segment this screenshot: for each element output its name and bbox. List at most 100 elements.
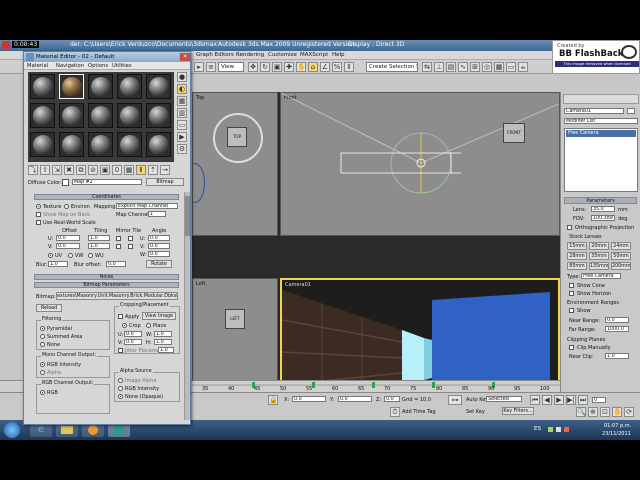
v-offset-field[interactable]: 0.0 — [56, 243, 80, 249]
material-editor-window[interactable]: Material Editor - 02 - Default × Materia… — [23, 51, 191, 425]
show-map-on-back-checkbox[interactable] — [36, 212, 41, 217]
rollout-noise[interactable]: Noise — [34, 274, 179, 280]
reference-coord-select[interactable]: View — [218, 62, 244, 72]
material-id-icon[interactable]: 0 — [112, 165, 122, 175]
environ-radio[interactable] — [64, 204, 69, 209]
show-map-icon[interactable]: ▦ — [124, 165, 134, 175]
lens-28mm-button[interactable]: 28mm — [567, 252, 587, 260]
lens-20mm-button[interactable]: 20mm — [589, 242, 609, 250]
map-channel-field[interactable]: 1 — [148, 211, 166, 217]
scrollbar-thumb[interactable] — [185, 196, 190, 236]
orbit-icon[interactable]: ⟳ — [624, 407, 634, 417]
sample-slot-12[interactable] — [59, 132, 84, 157]
explorer-icon[interactable] — [56, 423, 78, 437]
pan-icon[interactable]: ✋ — [612, 407, 622, 417]
uv-tiling-icon[interactable]: ▥ — [177, 108, 187, 118]
auto-key-button[interactable]: Auto Key — [466, 397, 488, 403]
sample-slot-4[interactable] — [117, 74, 142, 99]
wu-radio[interactable] — [88, 253, 93, 258]
ortho-checkbox[interactable] — [567, 225, 572, 230]
menu-graph-editors[interactable]: Graph Editors — [196, 52, 234, 58]
go-to-end-icon[interactable]: ⏭ — [578, 395, 588, 405]
y-field[interactable]: 0.0 — [338, 396, 372, 402]
image-alpha-radio[interactable] — [118, 378, 123, 383]
network-icon[interactable] — [548, 427, 553, 432]
menu-navigation[interactable]: Navigation — [56, 63, 84, 69]
go-to-start-icon[interactable]: ⏮ — [530, 395, 540, 405]
show-horizon-checkbox[interactable] — [569, 291, 574, 296]
add-time-tag[interactable]: Add Time Tag — [402, 409, 436, 415]
lens-15mm-button[interactable]: 15mm — [567, 242, 587, 250]
assign-material-icon[interactable]: ⇲ — [52, 165, 62, 175]
menu-options[interactable]: Options — [88, 63, 108, 69]
u-tile-checkbox[interactable] — [128, 236, 133, 241]
blur-field[interactable]: 1.0 — [48, 261, 68, 267]
start-button-icon[interactable] — [4, 422, 20, 438]
make-unique-icon[interactable]: ⊘ — [88, 165, 98, 175]
sample-slot-14[interactable] — [117, 132, 142, 157]
next-frame-icon[interactable]: ▶| — [566, 395, 576, 405]
show-ranges-checkbox[interactable] — [569, 308, 574, 313]
sample-slot-7[interactable] — [59, 103, 84, 128]
lens-35mm-button[interactable]: 35mm — [589, 252, 609, 260]
menu-help[interactable]: Help — [332, 52, 345, 58]
close-icon[interactable]: × — [180, 53, 190, 61]
v-mirror-checkbox[interactable] — [116, 244, 121, 249]
sample-slot-8[interactable] — [88, 103, 113, 128]
options-icon[interactable]: ⚙ — [177, 144, 187, 154]
render-setup-icon[interactable]: ▦ — [494, 62, 504, 72]
summed-area-radio[interactable] — [40, 334, 45, 339]
sample-slot-15[interactable] — [146, 132, 171, 157]
sample-slot-11[interactable] — [30, 132, 55, 157]
select-icon[interactable]: ▸ — [194, 62, 204, 72]
sample-slot-6[interactable] — [30, 103, 55, 128]
menu-customize[interactable]: Customize — [268, 52, 297, 58]
fov-field[interactable]: 100.389 — [591, 215, 615, 221]
x-field[interactable]: 0.0 — [292, 396, 326, 402]
crop-h-field[interactable]: 1.0 — [154, 339, 172, 345]
zoom-icon[interactable]: 🔍 — [576, 407, 586, 417]
menu-rendering[interactable]: Rendering — [236, 52, 264, 58]
pyramidal-radio[interactable] — [40, 326, 45, 331]
zoom-all-icon[interactable]: ⊕ — [588, 407, 598, 417]
get-material-icon[interactable]: ⤵ — [28, 165, 38, 175]
video-check-icon[interactable]: ▭ — [177, 120, 187, 130]
viewport-top-label[interactable]: Top — [196, 95, 204, 101]
background-icon[interactable]: ▦ — [177, 96, 187, 106]
sample-slot-3[interactable] — [88, 74, 113, 99]
prev-frame-icon[interactable]: ◀ — [542, 395, 552, 405]
rotate-button[interactable]: Rotate — [146, 260, 172, 268]
real-world-scale-checkbox[interactable] — [36, 220, 41, 225]
sample-slot-13[interactable] — [88, 132, 113, 157]
rendered-frame-icon[interactable]: ▭ — [506, 62, 516, 72]
backlight-icon[interactable]: ◐ — [177, 84, 187, 94]
alpha-rgb-intensity-radio[interactable] — [118, 386, 123, 391]
ie-icon[interactable]: e — [30, 423, 52, 437]
named-selection-set[interactable]: Create Selection Set — [366, 62, 418, 72]
lens-135mm-button[interactable]: 135mm — [589, 262, 609, 270]
sample-type-icon[interactable]: ● — [177, 72, 187, 82]
menu-utilities[interactable]: Utilities — [112, 63, 132, 69]
near-range-field[interactable]: 0.0 — [605, 317, 629, 323]
go-to-parent-icon[interactable]: ⇡ — [148, 165, 158, 175]
u-angle-field[interactable]: 0.0 — [148, 235, 170, 241]
object-name-field[interactable]: Camera01 — [564, 108, 624, 114]
volume-icon[interactable] — [556, 427, 561, 432]
material-editor-icon[interactable]: ◎ — [482, 62, 492, 72]
camera-type-select[interactable]: Free Camera — [581, 273, 621, 279]
menu-material[interactable]: Material — [27, 63, 48, 69]
show-cone-checkbox[interactable] — [569, 283, 574, 288]
language-indicator[interactable]: ES — [534, 426, 541, 432]
clock-time[interactable]: 01:07 p.m. — [604, 423, 631, 429]
sample-slot-5[interactable] — [146, 74, 171, 99]
zoom-extents-icon[interactable]: ⊡ — [600, 407, 610, 417]
copy-material-icon[interactable]: ⧉ — [76, 165, 86, 175]
reset-map-icon[interactable]: ✖ — [64, 165, 74, 175]
lens-field[interactable]: 35.0 — [591, 206, 615, 212]
move-icon[interactable]: ✥ — [248, 62, 258, 72]
menu-maxscript[interactable]: MAXScript — [300, 52, 328, 58]
lens-24mm-button[interactable]: 24mm — [611, 242, 631, 250]
align-icon[interactable]: ⊥ — [434, 62, 444, 72]
jitter-checkbox[interactable] — [118, 348, 123, 353]
sample-slot-1[interactable] — [30, 74, 55, 99]
